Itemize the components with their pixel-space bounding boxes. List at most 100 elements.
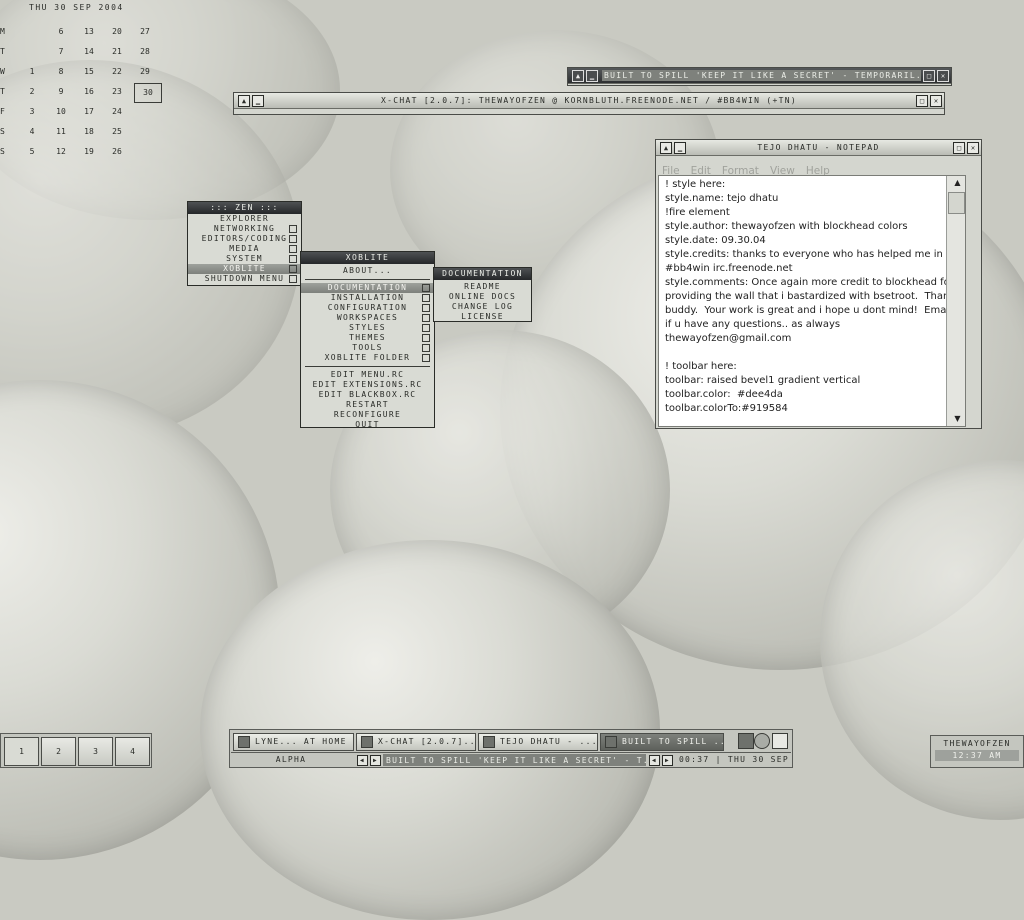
calendar-date[interactable]: 22: [106, 67, 128, 76]
next-task-icon[interactable]: ▶: [370, 755, 381, 766]
scroll-thumb[interactable]: [948, 192, 965, 214]
calendar-date[interactable]: 16: [78, 87, 100, 96]
scroll-down-icon[interactable]: ▼: [947, 412, 965, 426]
tray-icon[interactable]: [754, 733, 770, 749]
close-icon[interactable]: ✕: [930, 95, 942, 107]
menu-item-label: RESTART: [346, 400, 389, 409]
maximize-icon[interactable]: □: [953, 142, 965, 154]
calendar-date[interactable]: 9: [50, 87, 72, 96]
minimize-icon[interactable]: ▁: [586, 70, 598, 82]
workspace-1[interactable]: 1: [4, 737, 39, 766]
taskbar-button[interactable]: X-CHAT [2.0.7]...: [356, 733, 476, 751]
scroll-up-icon[interactable]: ▲: [947, 176, 965, 190]
calendar-date[interactable]: 21: [106, 47, 128, 56]
menu-item-configuration[interactable]: CONFIGURATION: [301, 303, 434, 313]
menu-item-restart[interactable]: RESTART: [301, 400, 434, 410]
calendar-date[interactable]: 6: [50, 27, 72, 36]
prev-task-icon[interactable]: ◀: [649, 755, 660, 766]
menu-item-edit-extensions-rc[interactable]: EDIT EXTENSIONS.RC: [301, 380, 434, 390]
notepad-window[interactable]: ▲ ▁ TEJO DHATU - NOTEPAD □ ✕ File Edit For…: [655, 139, 982, 429]
menu-item-xoblite[interactable]: XOBLITE: [188, 264, 301, 274]
notepad-titlebar[interactable]: ▲ ▁ TEJO DHATU - NOTEPAD □ ✕: [656, 140, 981, 156]
calendar-date[interactable]: 15: [78, 67, 100, 76]
calendar-date[interactable]: 26: [106, 147, 128, 156]
menu-item-workspaces[interactable]: WORKSPACES: [301, 313, 434, 323]
calendar-date[interactable]: 7: [50, 47, 72, 56]
current-task-label[interactable]: BUILT TO SPILL 'KEEP IT LIKE A SECRET' -…: [383, 754, 646, 766]
menu-item-quit[interactable]: QUIT: [301, 420, 434, 430]
calendar-date[interactable]: 12: [50, 147, 72, 156]
menu-item-license[interactable]: LICENSE: [434, 312, 531, 322]
calendar-date[interactable]: 10: [50, 107, 72, 116]
calendar-date[interactable]: 25: [106, 127, 128, 136]
calendar-date[interactable]: 13: [78, 27, 100, 36]
window-title: TEJO DHATU - NOTEPAD: [757, 143, 880, 152]
menu-item-xoblite-folder[interactable]: XOBLITE FOLDER: [301, 353, 434, 363]
calendar-date[interactable]: 5: [21, 147, 43, 156]
submenu-icon: [289, 275, 297, 283]
menu-item-edit-blackbox-rc[interactable]: EDIT BLACKBOX.RC: [301, 390, 434, 400]
menu-item-label: THEMES: [349, 333, 386, 342]
calendar-date[interactable]: 2: [21, 87, 43, 96]
calendar-date[interactable]: 27: [134, 27, 156, 36]
next-task-icon[interactable]: ▶: [662, 755, 673, 766]
menu-item-label: RECONFIGURE: [333, 410, 402, 419]
tray-icon[interactable]: [772, 733, 788, 749]
tray-icon[interactable]: [738, 733, 754, 749]
menu-item-documentation[interactable]: DOCUMENTATION: [301, 283, 434, 293]
workspace-4[interactable]: 4: [115, 737, 150, 766]
music-window-titlebar[interactable]: ▲ ▁ BUILT TO SPILL 'KEEP IT LIKE A SECRE…: [568, 68, 951, 84]
submenu-icon: [422, 314, 430, 322]
menu-item-styles[interactable]: STYLES: [301, 323, 434, 333]
calendar-date[interactable]: 28: [134, 47, 156, 56]
shade-icon[interactable]: ▲: [572, 70, 584, 82]
calendar-date[interactable]: 19: [78, 147, 100, 156]
menu-item-editors-coding[interactable]: EDITORS/CODING: [188, 234, 301, 244]
menu-item-themes[interactable]: THEMES: [301, 333, 434, 343]
menu-item-label: CHANGE LOG: [451, 302, 514, 311]
close-icon[interactable]: ✕: [967, 142, 979, 154]
taskbar-button[interactable]: LYNE... AT HOME: [233, 733, 354, 751]
menu-item-about[interactable]: ABOUT...: [301, 266, 434, 276]
menu-item-online-docs[interactable]: ONLINE DOCS: [434, 292, 531, 302]
calendar-date[interactable]: 20: [106, 27, 128, 36]
workspace-2[interactable]: 2: [41, 737, 76, 766]
menu-item-reconfigure[interactable]: RECONFIGURE: [301, 410, 434, 420]
menu-item-networking[interactable]: NETWORKING: [188, 224, 301, 234]
close-icon[interactable]: ✕: [937, 70, 949, 82]
calendar-date[interactable]: 4: [21, 127, 43, 136]
calendar-date[interactable]: 8: [50, 67, 72, 76]
menu-item-label: EDIT MENU.RC: [330, 370, 405, 379]
menu-item-shutdown-menu[interactable]: SHUTDOWN MENU: [188, 274, 301, 284]
menu-item-media[interactable]: MEDIA: [188, 244, 301, 254]
calendar-date[interactable]: 23: [106, 87, 128, 96]
menu-item-change-log[interactable]: CHANGE LOG: [434, 302, 531, 312]
calendar-date[interactable]: 14: [78, 47, 100, 56]
maximize-icon[interactable]: □: [923, 70, 935, 82]
vertical-scrollbar[interactable]: ▲ ▼: [946, 176, 965, 426]
prev-task-icon[interactable]: ◀: [357, 755, 368, 766]
calendar-title: THU 30 SEP 2004: [29, 3, 124, 12]
notepad-text-area[interactable]: ! style here: style.name: tejo dhatu !fire…: [658, 175, 966, 427]
xchat-window-titlebar[interactable]: ▲ ▁ X-CHAT [2.0.7]: THEWAYOFZEN @ KORNBL…: [234, 93, 944, 109]
taskbar-button[interactable]: BUILT TO SPILL ...: [600, 733, 724, 751]
maximize-icon[interactable]: □: [916, 95, 928, 107]
menu-item-tools[interactable]: TOOLS: [301, 343, 434, 353]
menu-item-system[interactable]: SYSTEM: [188, 254, 301, 264]
menu-item-edit-menu-rc[interactable]: EDIT MENU.RC: [301, 370, 434, 380]
calendar-date[interactable]: 18: [78, 127, 100, 136]
calendar-date[interactable]: 3: [21, 107, 43, 116]
workspace-3[interactable]: 3: [78, 737, 113, 766]
calendar-date[interactable]: 17: [78, 107, 100, 116]
calendar-date[interactable]: 29: [134, 67, 156, 76]
calendar-date[interactable]: 24: [106, 107, 128, 116]
taskbar-button[interactable]: TEJO DHATU - ...: [478, 733, 598, 751]
menu-item-explorer[interactable]: EXPLORER: [188, 214, 301, 224]
xchat-window[interactable]: ▲ ▁ X-CHAT [2.0.7]: THEWAYOFZEN @ KORNBL…: [233, 92, 945, 115]
music-window[interactable]: ▲ ▁ BUILT TO SPILL 'KEEP IT LIKE A SECRE…: [567, 67, 952, 86]
calendar-date[interactable]: 11: [50, 127, 72, 136]
calendar-date[interactable]: 1: [21, 67, 43, 76]
menu-item-readme[interactable]: README: [434, 282, 531, 292]
calendar-date[interactable]: 30: [134, 83, 162, 103]
menu-item-installation[interactable]: INSTALLATION: [301, 293, 434, 303]
